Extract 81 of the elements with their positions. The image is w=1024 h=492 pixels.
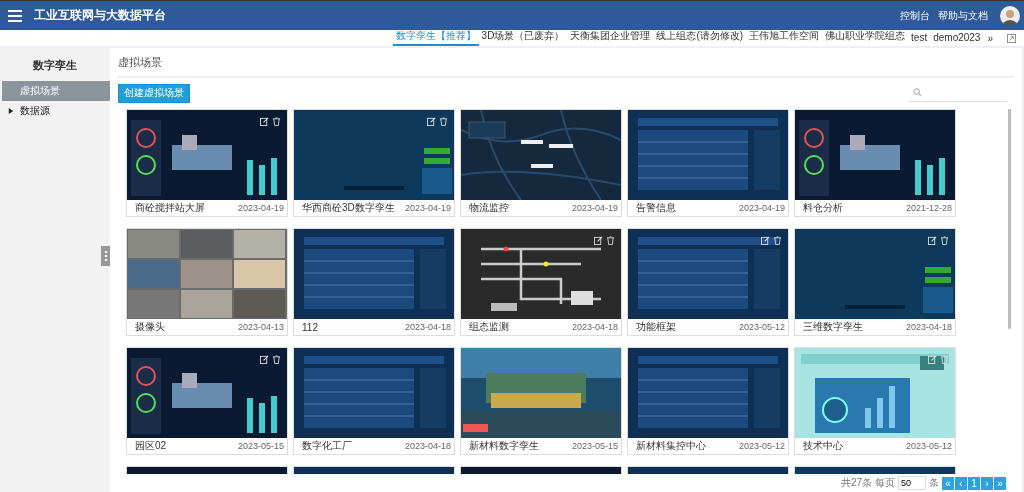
caret-icon[interactable] bbox=[8, 108, 14, 114]
workspace-tab[interactable]: 王伟旭工作空间 bbox=[746, 29, 823, 46]
per-page-field[interactable]: 50 bbox=[898, 476, 926, 490]
scene-card[interactable]: 摄像头 2023-04-13 bbox=[126, 228, 288, 336]
scene-date: 2023-04-13 bbox=[237, 322, 284, 332]
scene-title: 料仓分析 bbox=[803, 201, 843, 215]
menu-icon[interactable] bbox=[8, 9, 22, 22]
scene-title: 组态监测 bbox=[469, 320, 509, 334]
workspace-tab[interactable]: 佛山职业学院组态 bbox=[822, 29, 909, 46]
scene-card[interactable]: 组态监测 2023-04-18 bbox=[460, 228, 622, 336]
scene-title: 摄像头 bbox=[135, 320, 165, 334]
scene-title: 数字化工厂 bbox=[302, 439, 352, 453]
edit-icon[interactable] bbox=[427, 117, 436, 126]
scene-title: 告警信息 bbox=[636, 201, 676, 215]
workspace-tab[interactable]: 数字孪生【推荐】 bbox=[392, 29, 479, 46]
delete-icon[interactable] bbox=[272, 117, 281, 126]
edit-icon[interactable] bbox=[260, 117, 269, 126]
scene-date: 2023-04-19 bbox=[237, 203, 284, 213]
scene-date: 2021-12-28 bbox=[905, 203, 952, 213]
scene-title: 园区02 bbox=[135, 439, 167, 453]
scene-card[interactable]: 华西商砼3D数字孪生 2023-04-19 bbox=[293, 109, 455, 217]
collapse-handle[interactable] bbox=[101, 246, 110, 266]
scene-title: 新材料数字孪生 bbox=[469, 439, 539, 453]
scene-date: 2023-04-18 bbox=[404, 441, 451, 451]
scene-date: 2023-04-18 bbox=[905, 322, 952, 332]
scene-date: 2023-05-15 bbox=[571, 441, 618, 451]
scene-card[interactable]: 新材料数字孪生 2023-05-15 bbox=[460, 347, 622, 455]
sidebar-title: 数字孪生 bbox=[32, 58, 78, 73]
scene-card[interactable]: 告警信息 2023-04-19 bbox=[627, 109, 789, 217]
scene-date: 2023-04-19 bbox=[738, 203, 785, 213]
scene-date: 2023-05-12 bbox=[738, 322, 785, 332]
scene-card[interactable]: 园区02 2023-05-15 bbox=[126, 347, 288, 455]
edit-icon[interactable] bbox=[761, 236, 770, 245]
scene-card[interactable]: 物流监控 2023-04-19 bbox=[460, 109, 622, 217]
scene-date: 2023-04-19 bbox=[404, 203, 451, 213]
scene-date: 2023-05-15 bbox=[237, 441, 284, 451]
delete-icon[interactable] bbox=[773, 236, 782, 245]
avatar-icon[interactable] bbox=[1000, 5, 1020, 26]
workspace-tab[interactable]: 3D场景（已废弃） bbox=[478, 29, 568, 46]
scene-card[interactable]: 112 2023-04-18 bbox=[293, 228, 455, 336]
per-page-label: 每页 bbox=[875, 476, 895, 490]
workspace-tab[interactable]: demo2023 bbox=[930, 32, 984, 46]
scene-title: 物流监控 bbox=[469, 201, 509, 215]
scene-date: 2023-05-12 bbox=[738, 441, 785, 451]
scene-date: 2023-05-12 bbox=[905, 441, 952, 451]
scene-title: 商砼搅拌站大屏 bbox=[135, 201, 205, 215]
app-title: 工业互联网与大数据平台 bbox=[34, 7, 166, 24]
per-page-unit: 条 bbox=[929, 476, 939, 490]
scene-title: 112 bbox=[302, 321, 318, 333]
scene-card[interactable]: 商砼搅拌站大屏 2023-04-19 bbox=[126, 109, 288, 217]
header-link[interactable]: 帮助与文档 bbox=[938, 8, 988, 23]
delete-icon[interactable] bbox=[439, 117, 448, 126]
scene-title: 新材料集控中心 bbox=[636, 439, 706, 453]
workspace-tab[interactable]: 天衡集团企业管理 bbox=[567, 29, 654, 46]
scene-card[interactable]: 数字化工厂 2023-04-18 bbox=[293, 347, 455, 455]
scene-card[interactable]: 三维数字孪生 2023-04-18 bbox=[794, 228, 956, 336]
edit-icon[interactable] bbox=[260, 355, 269, 364]
total-count: 共27条 bbox=[840, 476, 872, 490]
section-title: 虚拟场景 bbox=[118, 48, 1014, 78]
scene-date: 2023-04-18 bbox=[571, 322, 618, 332]
scene-card[interactable]: 功能框架 2023-05-12 bbox=[627, 228, 789, 336]
edit-icon[interactable] bbox=[928, 236, 937, 245]
workspace-tab[interactable]: 线上组态(请勿修改) bbox=[653, 29, 747, 46]
header-link[interactable]: 控制台 bbox=[900, 8, 930, 23]
scene-date: 2023-04-18 bbox=[404, 322, 451, 332]
sidebar-item[interactable]: 数据源 bbox=[20, 104, 50, 118]
scene-title: 技术中心 bbox=[803, 439, 843, 453]
scene-title: 三维数字孪生 bbox=[803, 320, 863, 334]
scene-title: 功能框架 bbox=[636, 320, 676, 334]
scene-date: 2023-04-19 bbox=[571, 203, 618, 213]
scene-card[interactable]: 料仓分析 2021-12-28 bbox=[794, 109, 956, 217]
more-tabs-button[interactable]: » bbox=[983, 33, 1001, 46]
workspace-tab[interactable]: test bbox=[908, 32, 931, 46]
delete-icon[interactable] bbox=[606, 236, 615, 245]
search-icon bbox=[913, 88, 922, 97]
delete-icon[interactable] bbox=[940, 236, 949, 245]
delete-icon[interactable] bbox=[272, 355, 281, 364]
expand-icon[interactable] bbox=[1007, 34, 1016, 43]
scene-title: 华西商砼3D数字孪生 bbox=[302, 201, 395, 215]
scene-card[interactable]: 新材料集控中心 2023-05-12 bbox=[627, 347, 789, 455]
edit-icon[interactable] bbox=[594, 236, 603, 245]
